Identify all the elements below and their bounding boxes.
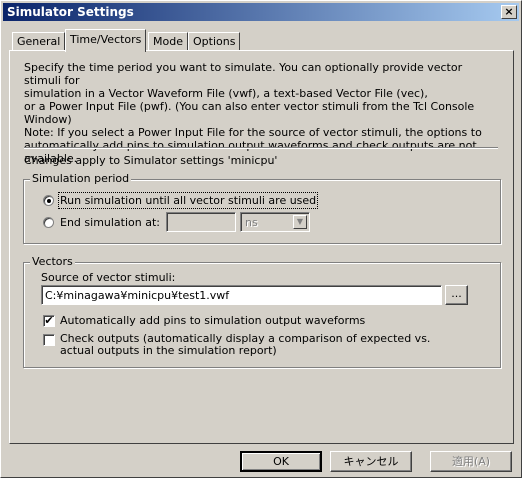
tab-options-label: Options xyxy=(193,35,236,48)
description-line-1: Specify the time period you want to simu… xyxy=(24,61,463,87)
end-at-label[interactable]: End simulation at: xyxy=(60,216,160,229)
tab-general-label: General xyxy=(17,35,61,48)
vectors-group: Vectors Source of vector stimuli: C:¥min… xyxy=(23,255,501,368)
changes-note: Changes apply to Simulator settings 'min… xyxy=(24,154,278,167)
auto-add-pins-checkbox[interactable]: ✔ xyxy=(43,315,55,327)
close-button[interactable]: × xyxy=(501,5,517,19)
description-line-4: Window) xyxy=(24,113,72,126)
ok-button[interactable]: OK xyxy=(240,451,322,472)
tab-options[interactable]: Options xyxy=(188,32,241,50)
separator xyxy=(24,147,498,149)
title-bar[interactable]: Simulator Settings × xyxy=(3,3,519,21)
window-title: Simulator Settings xyxy=(7,5,134,19)
tab-mode-label: Mode xyxy=(153,35,183,48)
tab-time-vectors[interactable]: Time/Vectors xyxy=(65,29,147,52)
end-time-unit-value: ns xyxy=(245,216,258,229)
description-text: Specify the time period you want to simu… xyxy=(24,61,502,165)
simulation-period-legend: Simulation period xyxy=(30,172,132,185)
end-at-radio[interactable] xyxy=(43,217,54,228)
vectors-legend: Vectors xyxy=(30,255,75,268)
check-outputs-label[interactable]: Check outputs (automatically display a c… xyxy=(60,333,460,357)
tab-time-vectors-label: Time/Vectors xyxy=(70,33,142,46)
run-all-label[interactable]: Run simulation until all vector stimuli … xyxy=(57,192,319,209)
source-vector-input[interactable]: C:¥minagawa¥minicpu¥test1.vwf xyxy=(41,285,442,305)
run-all-radio[interactable] xyxy=(43,195,54,206)
end-time-unit-select[interactable]: ns ▼ xyxy=(240,212,310,232)
time-vectors-panel: Specify the time period you want to simu… xyxy=(9,50,514,444)
browse-button[interactable]: ... xyxy=(445,285,468,305)
simulator-settings-dialog: Simulator Settings × General Time/Vector… xyxy=(0,0,522,478)
check-outputs-checkbox[interactable] xyxy=(43,334,55,346)
simulation-period-group: Simulation period Run simulation until a… xyxy=(23,172,501,244)
cancel-button[interactable]: キャンセル xyxy=(330,451,412,472)
tab-general[interactable]: General xyxy=(12,32,66,50)
end-time-input[interactable] xyxy=(166,212,236,232)
description-line-3: or a Power Input File (pwf). (You can al… xyxy=(24,100,475,113)
auto-add-pins-label[interactable]: Automatically add pins to simulation out… xyxy=(60,314,365,327)
check-outputs-line-2: actual outputs in the simulation report) xyxy=(60,344,277,357)
tab-mode[interactable]: Mode xyxy=(148,32,188,50)
description-line-5: Note: If you select a Power Input File f… xyxy=(24,126,482,139)
chevron-down-icon[interactable]: ▼ xyxy=(293,215,307,229)
description-line-2: simulation in a Vector Waveform File (vw… xyxy=(24,87,428,100)
source-label: Source of vector stimuli: xyxy=(41,271,176,284)
apply-button-label: 適用(A) xyxy=(451,455,491,468)
apply-button[interactable]: 適用(A) xyxy=(430,451,512,472)
